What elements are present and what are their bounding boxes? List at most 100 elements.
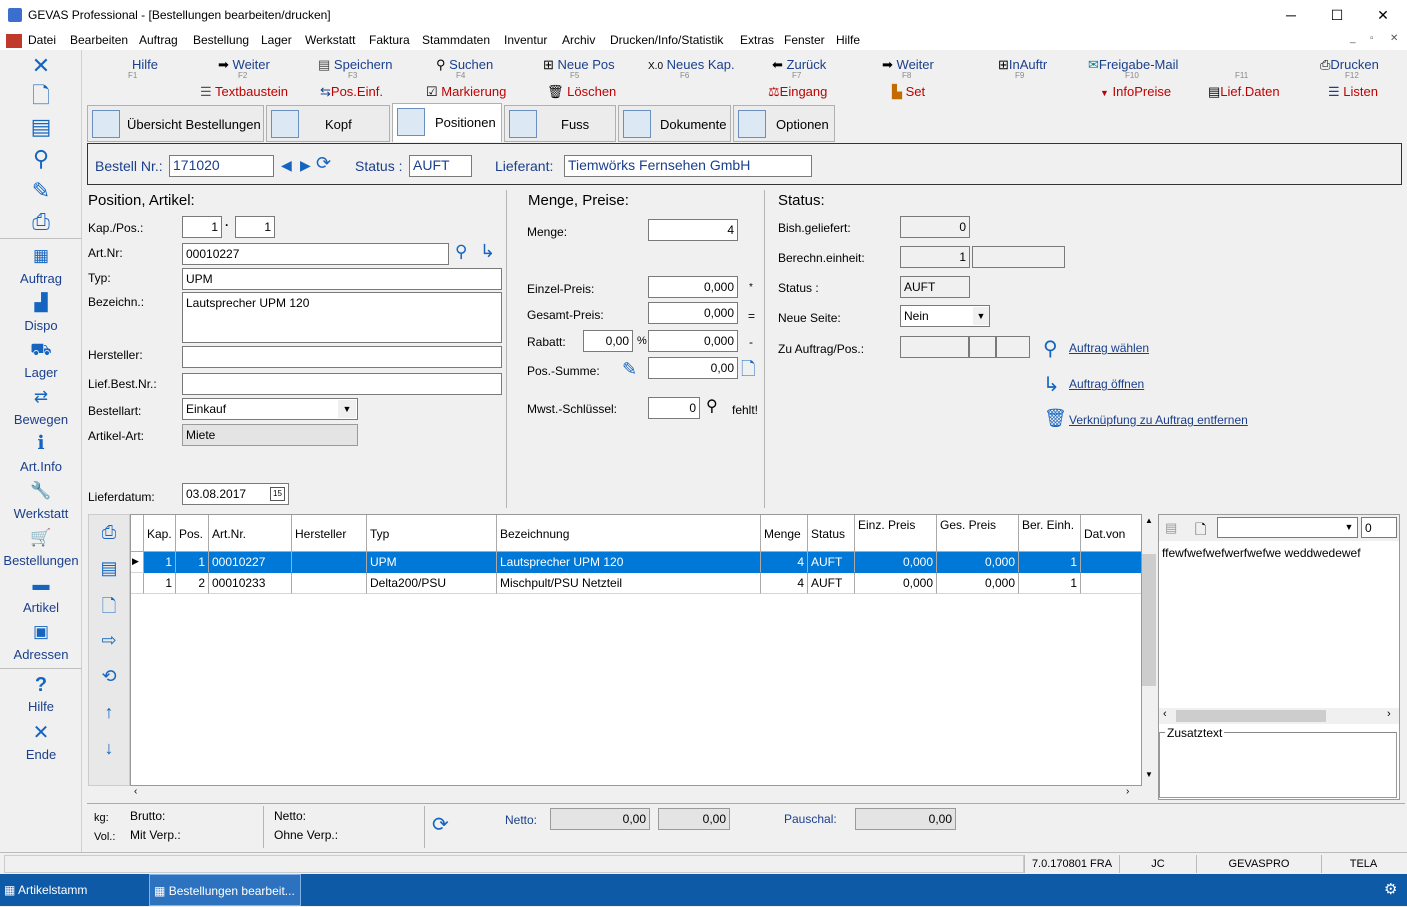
scroll-left-icon[interactable]: ‹ bbox=[1163, 708, 1167, 720]
help-icon[interactable]: ? bbox=[27, 674, 55, 696]
notes-hscrollbar[interactable]: ‹ › bbox=[1159, 708, 1399, 724]
col-status[interactable]: Status bbox=[808, 515, 855, 552]
bestellart-select[interactable]: Einkauf bbox=[182, 398, 358, 420]
toolbar-markierung[interactable]: ☑ Markierung bbox=[426, 84, 506, 100]
toolbar-pos-einf[interactable]: ⇆Pos.Einf. bbox=[320, 84, 383, 100]
history-icon[interactable]: ⟲ bbox=[96, 666, 122, 688]
scroll-right-icon[interactable]: › bbox=[1126, 786, 1129, 797]
cancel-icon[interactable]: ✕ bbox=[27, 53, 55, 79]
sidebar-item-ende[interactable]: Ende bbox=[0, 747, 82, 762]
menu-datei[interactable]: Datei bbox=[28, 33, 56, 47]
tab-kopf[interactable]: Kopf bbox=[266, 105, 390, 142]
col-ges-preis[interactable]: Ges. Preis bbox=[937, 515, 1019, 552]
sidebar-item-werkstatt[interactable]: Werkstatt bbox=[0, 506, 82, 521]
box-icon[interactable]: ▬ bbox=[27, 575, 55, 595]
col-hersteller[interactable]: Hersteller bbox=[292, 515, 367, 552]
menu-auftrag[interactable]: Auftrag bbox=[139, 33, 178, 47]
sidebar-item-artinfo[interactable]: Art.Info bbox=[0, 459, 82, 474]
notes-select[interactable] bbox=[1217, 517, 1358, 538]
menu-stammdaten[interactable]: Stammdaten bbox=[422, 33, 490, 47]
col-ber-einh[interactable]: Ber. Einh. bbox=[1019, 515, 1081, 552]
print-icon[interactable]: ⎙ bbox=[27, 209, 55, 235]
mdi-min-icon[interactable]: _ bbox=[1350, 33, 1356, 44]
liefbest-field[interactable] bbox=[182, 373, 502, 395]
recalculate-icon[interactable]: ⟳ bbox=[432, 812, 449, 837]
contacts-icon[interactable]: ▣ bbox=[27, 622, 55, 642]
bestell-nr-field[interactable]: 171020 bbox=[169, 155, 274, 177]
scroll-thumb[interactable] bbox=[1176, 710, 1326, 722]
move-icon[interactable]: ⇄ bbox=[27, 387, 55, 407]
scroll-up-icon[interactable]: ▲ bbox=[1142, 516, 1156, 525]
menge-field[interactable]: 4 bbox=[648, 219, 738, 241]
toolbar-loeschen[interactable]: 🗑 Löschen bbox=[547, 84, 616, 100]
sidebar-item-dispo[interactable]: Dispo bbox=[0, 318, 82, 333]
save-icon[interactable]: ▤ bbox=[1165, 520, 1177, 536]
new-document-icon[interactable]: 🗋 bbox=[96, 594, 122, 616]
pos-summe-field[interactable]: 0,00 bbox=[648, 357, 738, 379]
grid-vscrollbar[interactable]: ▲ ▼ bbox=[1142, 514, 1156, 786]
col-typ[interactable]: Typ bbox=[367, 515, 497, 552]
menu-inventur[interactable]: Inventur bbox=[504, 33, 547, 47]
auftrag-icon[interactable]: ▦ bbox=[27, 246, 55, 266]
menu-hilfe[interactable]: Hilfe bbox=[836, 33, 860, 47]
kap-field[interactable]: 1 bbox=[182, 216, 222, 238]
pos-field[interactable]: 1 bbox=[235, 216, 275, 238]
toolbar-textbaustein[interactable]: ☰ Textbaustein bbox=[200, 84, 288, 100]
mdi-restore-icon[interactable]: ▫ bbox=[1370, 33, 1374, 44]
col-einz-preis[interactable]: Einz. Preis bbox=[855, 515, 937, 552]
scroll-right-icon[interactable]: › bbox=[1387, 708, 1391, 720]
trash-icon[interactable]: 🗑 bbox=[1044, 408, 1067, 429]
auftrag-waehlen-link[interactable]: Auftrag wählen bbox=[1069, 341, 1149, 355]
chevron-down-icon[interactable]: ▼ bbox=[1342, 519, 1356, 536]
rabatt-field[interactable]: 0,000 bbox=[648, 330, 738, 352]
notes-text[interactable]: ffewfwefwefwerfwefwe weddwedewef bbox=[1162, 546, 1361, 560]
taskbar-bestellungen[interactable]: ▦ Bestellungen bearbeit... bbox=[149, 874, 301, 906]
artnr-field[interactable]: 00010227 bbox=[182, 243, 449, 265]
toolbar-infopreise[interactable]: ▼ InfoPreise bbox=[1100, 84, 1171, 99]
cart-icon[interactable]: 🛒 bbox=[27, 528, 55, 548]
col-pos[interactable]: Pos. bbox=[176, 515, 209, 552]
search-icon[interactable]: ⚲ bbox=[1043, 336, 1058, 361]
close-button[interactable]: ✕ bbox=[1360, 0, 1406, 31]
typ-field[interactable]: UPM bbox=[182, 268, 502, 290]
sidebar-item-bewegen[interactable]: Bewegen bbox=[0, 412, 82, 427]
minimize-button[interactable]: ─ bbox=[1268, 0, 1314, 31]
menu-extras[interactable]: Extras bbox=[740, 33, 774, 47]
notes-number-field[interactable]: 0 bbox=[1361, 517, 1397, 538]
gesamt-preis-field[interactable]: 0,000 bbox=[648, 302, 738, 324]
menu-lager[interactable]: Lager bbox=[261, 33, 292, 47]
dispo-chart-icon[interactable]: ▟ bbox=[27, 293, 55, 313]
col-kap[interactable]: Kap. bbox=[144, 515, 176, 552]
col-artnr[interactable]: Art.Nr. bbox=[209, 515, 292, 552]
tab-dokumente[interactable]: Dokumente bbox=[618, 105, 731, 142]
grid-hscrollbar[interactable]: ‹ › bbox=[130, 786, 1142, 800]
tab-positionen[interactable]: Positionen bbox=[392, 103, 502, 142]
next-record-icon[interactable]: ▶ bbox=[300, 157, 311, 174]
col-bezeichnung[interactable]: Bezeichnung bbox=[497, 515, 761, 552]
toolbar-lief-daten[interactable]: ▤Lief.Daten bbox=[1208, 84, 1280, 100]
menu-werkstatt[interactable]: Werkstatt bbox=[305, 33, 355, 47]
menu-bearbeiten[interactable]: Bearbeiten bbox=[70, 33, 128, 47]
menu-fenster[interactable]: Fenster bbox=[784, 33, 825, 47]
scroll-down-icon[interactable]: ▼ bbox=[1142, 770, 1156, 779]
wrench-icon[interactable]: 🔧 bbox=[27, 481, 55, 501]
tab-fuss[interactable]: Fuss bbox=[504, 105, 616, 142]
save-icon[interactable]: ▤ bbox=[96, 558, 122, 580]
bezeichn-field[interactable]: Lautsprecher UPM 120 bbox=[182, 292, 502, 343]
pencil-icon[interactable]: ✎ bbox=[622, 359, 637, 380]
arrow-down-icon[interactable]: ↓ bbox=[96, 738, 122, 760]
zusatztext-box[interactable] bbox=[1159, 732, 1397, 798]
rabatt-pct-field[interactable]: 0,00 bbox=[583, 330, 633, 352]
scroll-thumb[interactable] bbox=[1142, 554, 1156, 686]
info-icon[interactable]: ℹ bbox=[27, 434, 55, 454]
toolbar-hilfe[interactable]: Hilfe bbox=[132, 57, 158, 72]
exit-icon[interactable]: ✕ bbox=[27, 722, 55, 744]
menu-faktura[interactable]: Faktura bbox=[369, 33, 410, 47]
print-icon[interactable]: ⎙ bbox=[96, 522, 122, 544]
truck-icon[interactable]: ⛟ bbox=[27, 340, 55, 360]
sidebar-item-bestellungen[interactable]: Bestellungen bbox=[0, 553, 82, 568]
auftrag-oeffnen-link[interactable]: Auftrag öffnen bbox=[1069, 377, 1144, 391]
toolbar-eingang[interactable]: ⚖Eingang bbox=[768, 84, 827, 100]
einzel-preis-field[interactable]: 0,000 bbox=[648, 276, 738, 298]
new-document-icon[interactable]: 🗋 bbox=[1195, 519, 1206, 543]
